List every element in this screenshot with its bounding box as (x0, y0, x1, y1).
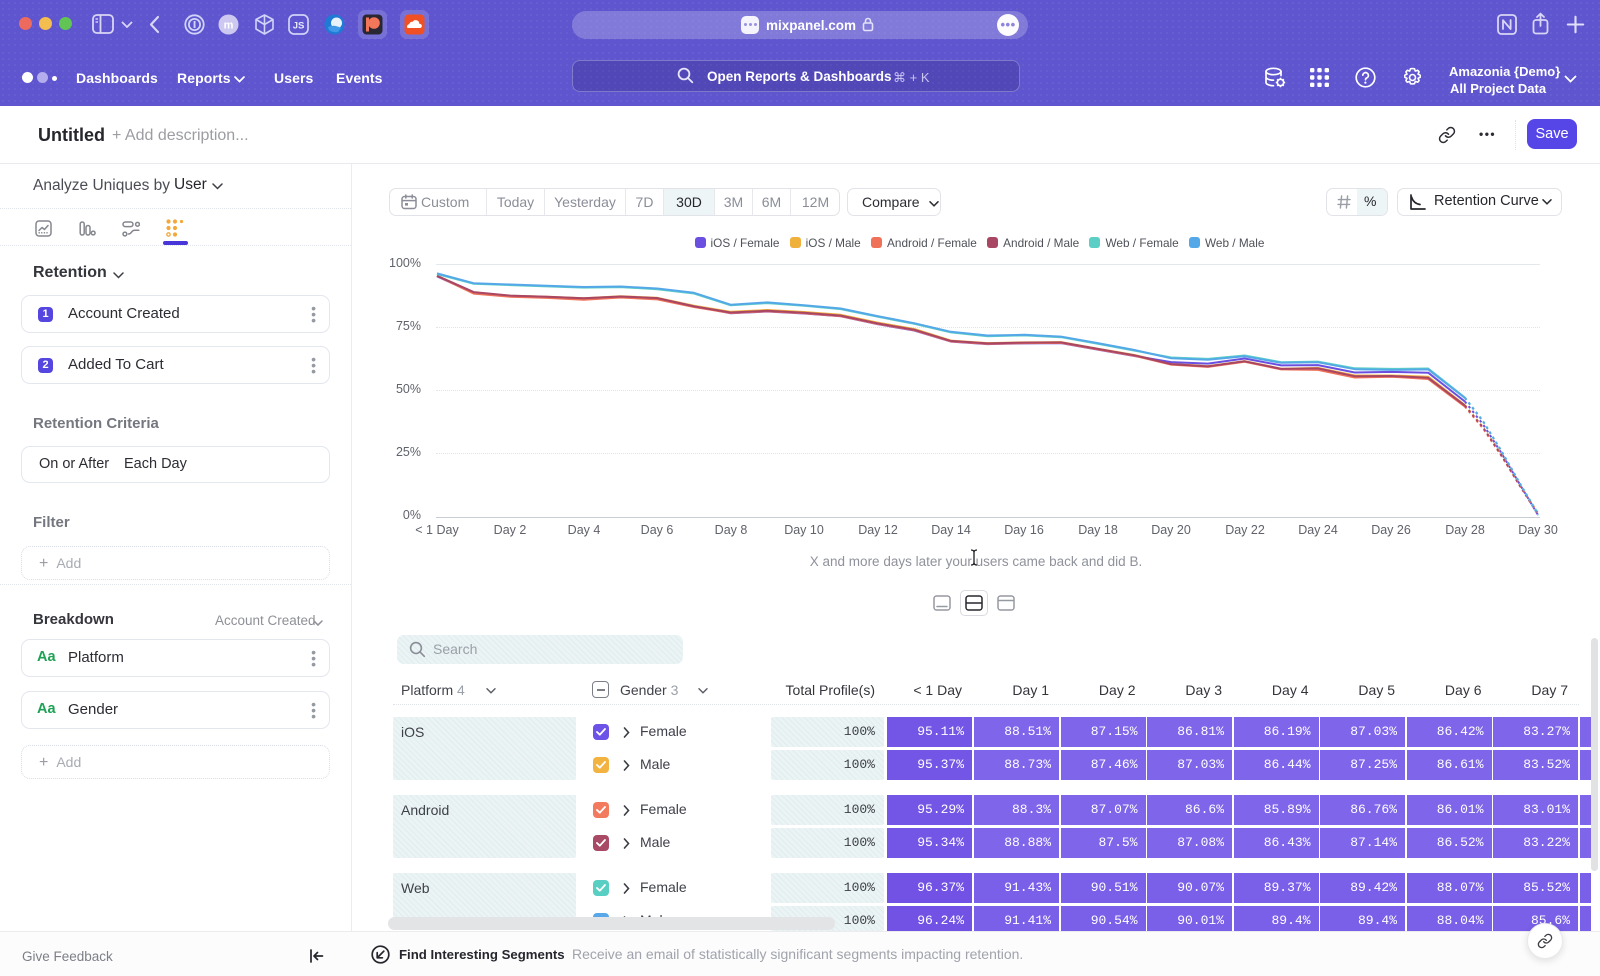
svg-text:JS: JS (293, 21, 305, 32)
svg-text:m: m (224, 20, 234, 32)
